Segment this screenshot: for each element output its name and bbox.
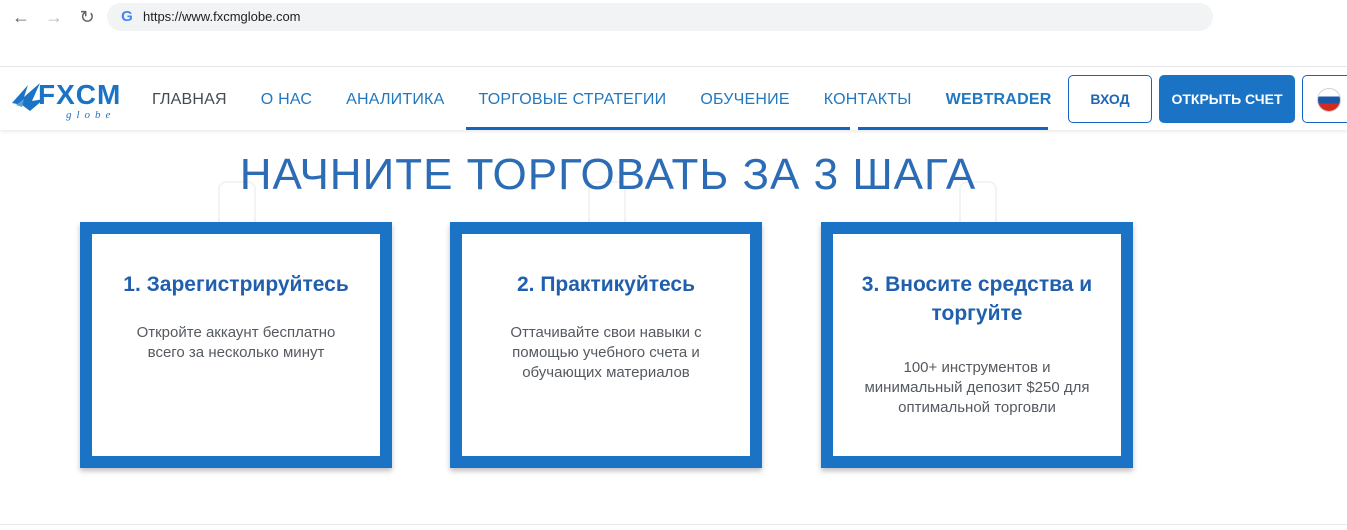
browser-toolbar: ← → ↻ G https://www.fxcmglobe.com	[0, 0, 1347, 36]
section-divider	[0, 524, 1347, 525]
google-icon: G	[121, 8, 133, 25]
russia-flag-icon	[1318, 89, 1340, 111]
site-header: FXCM globe ГЛАВНАЯ О НАС АНАЛИТИКА ТОРГО…	[0, 66, 1347, 130]
step-title: 1. Зарегистрируйтесь	[123, 273, 349, 296]
logo-text: FXCM	[38, 79, 122, 110]
fxcm-logo[interactable]: FXCM globe	[10, 77, 140, 123]
step-title: 3. Вносите средства и торгуйте	[861, 273, 1093, 325]
reload-icon[interactable]: ↻	[76, 6, 98, 28]
step-card: 1. Зарегистрируйтесь Откройте аккаунт бе…	[80, 222, 392, 468]
step-description: Оттачивайте свои навыки с помощью учебно…	[510, 324, 702, 381]
menu-item-education[interactable]: ОБУЧЕНИЕ	[700, 91, 789, 109]
open-account-button[interactable]: ОТКРЫТЬ СЧЕТ	[1159, 75, 1295, 123]
logo-subtext: globe	[66, 109, 116, 121]
header-accent-line-2	[858, 127, 1048, 130]
address-bar[interactable]: G https://www.fxcmglobe.com	[107, 3, 1213, 31]
hero-title: НАЧНИТЕ ТОРГОВАТЬ ЗА 3 ШАГА	[239, 150, 977, 199]
menu-item-analytics[interactable]: АНАЛИТИКА	[346, 91, 444, 109]
login-button[interactable]: ВХОД	[1068, 75, 1152, 123]
language-button[interactable]	[1302, 75, 1347, 123]
back-arrow-icon[interactable]: ←	[10, 6, 32, 28]
menu-item-home[interactable]: ГЛАВНАЯ	[152, 91, 227, 109]
step-description: 100+ инструментов и минимальный депозит …	[864, 359, 1090, 416]
main-menu: ГЛАВНАЯ О НАС АНАЛИТИКА ТОРГОВЫЕ СТРАТЕГ…	[152, 90, 1051, 110]
menu-item-strategies[interactable]: ТОРГОВЫЕ СТРАТЕГИИ	[478, 91, 666, 109]
forward-arrow-icon[interactable]: →	[43, 6, 65, 28]
header-accent-line-1	[466, 127, 850, 130]
menu-item-about[interactable]: О НАС	[261, 91, 312, 109]
url-text: https://www.fxcmglobe.com	[143, 9, 301, 24]
step-description: Откройте аккаунт бесплатно всего за неск…	[136, 324, 336, 361]
step-card: 3. Вносите средства и торгуйте 100+ инст…	[821, 222, 1133, 468]
menu-item-webtrader[interactable]: WEBTRADER	[946, 91, 1052, 109]
menu-item-contacts[interactable]: КОНТАКТЫ	[824, 91, 912, 109]
step-card: 2. Практикуйтесь Оттачивайте свои навыки…	[450, 222, 762, 468]
step-title: 2. Практикуйтесь	[516, 273, 696, 296]
